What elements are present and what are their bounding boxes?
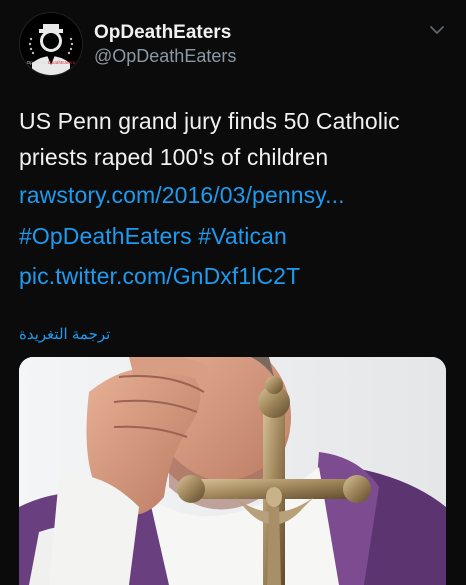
avatar-caption-red: DeathEaters	[48, 60, 76, 65]
avatar[interactable]: OperationDeathEaters	[19, 12, 83, 76]
tweet-card: OperationDeathEaters OpDeathEaters @OpDe…	[0, 0, 466, 585]
avatar-caption-white: Operation	[26, 60, 49, 65]
hashtag-vatican[interactable]: #Vatican	[198, 223, 287, 249]
anonymous-mask-logo	[20, 13, 82, 75]
user-handle[interactable]: @OpDeathEaters	[94, 46, 236, 67]
avatar-caption: OperationDeathEaters	[20, 60, 82, 65]
article-link[interactable]: rawstory.com/2016/03/pennsy...	[19, 180, 345, 210]
translate-tweet-link[interactable]: ترجمة التغريدة	[19, 325, 110, 343]
tweet-text-line: US Penn grand jury finds 50 Catholic	[19, 108, 400, 134]
pic-link[interactable]: pic.twitter.com/GnDxf1lC2T	[19, 261, 300, 291]
hashtag-opdeatheaters[interactable]: #OpDeathEaters	[19, 223, 192, 249]
tweet-text-line: priests raped 100's of children	[19, 144, 329, 170]
tweet-image[interactable]	[19, 357, 446, 585]
chevron-down-icon[interactable]	[429, 24, 445, 36]
priest-facepalm-photo	[19, 357, 446, 585]
display-name[interactable]: OpDeathEaters	[94, 22, 231, 44]
hashtag-row: #OpDeathEaters #Vatican	[19, 221, 287, 251]
